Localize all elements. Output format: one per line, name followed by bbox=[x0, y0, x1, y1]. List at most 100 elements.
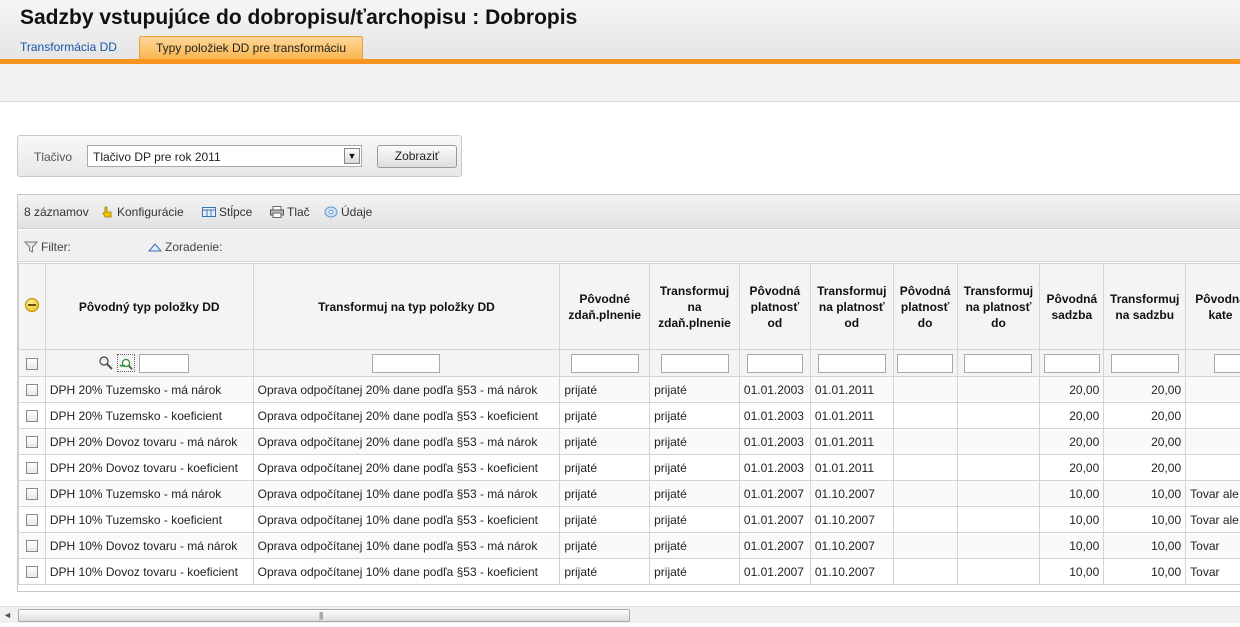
config-button[interactable]: Konfigurácie bbox=[100, 205, 184, 219]
filter-input-transformuj-do[interactable] bbox=[964, 353, 1033, 373]
table-cell: DPH 20% Dovoz tovaru - koeficient bbox=[44, 454, 254, 481]
col-povodna-kategoria[interactable]: Pôvodná kate bbox=[1185, 263, 1240, 350]
col-povodne-zdan[interactable]: Pôvodné zdaň.plnenie bbox=[559, 263, 651, 350]
dropdown-arrow-icon[interactable]: ▼ bbox=[344, 148, 360, 164]
row-checkbox-cell bbox=[18, 506, 46, 533]
filter-form: Tlačivo Tlačivo DP pre rok 2011 ▼ Zobraz… bbox=[17, 135, 462, 177]
table-cell bbox=[892, 532, 958, 559]
filter-cell-povodne-zdan bbox=[559, 349, 651, 377]
table-cell: Oprava odpočítanej 20% dane podľa §53 - … bbox=[252, 454, 561, 481]
filter-input-transformuj-zdan[interactable] bbox=[660, 353, 729, 373]
table-cell bbox=[956, 454, 1041, 481]
table-row[interactable]: DPH 10% Dovoz tovaru - koeficient Oprava … bbox=[18, 558, 1240, 585]
table-cell bbox=[956, 532, 1041, 559]
filter-input-povodna-od[interactable] bbox=[746, 353, 803, 373]
table-cell: 10,00 bbox=[1103, 480, 1187, 507]
filter-cell-povodny-typ bbox=[44, 349, 254, 377]
print-button[interactable]: Tlač bbox=[270, 205, 310, 219]
filter-input-transformuj-od[interactable] bbox=[817, 353, 886, 373]
col-transformuj-zdan[interactable]: Transformuj na zdaň.plnenie bbox=[649, 263, 740, 350]
table-row[interactable]: DPH 20% Dovoz tovaru - koeficient Oprava … bbox=[18, 454, 1240, 481]
col-transformuj-typ[interactable]: Transformuj na typ položky DD bbox=[252, 263, 561, 350]
data-button[interactable]: Údaje bbox=[324, 205, 372, 219]
header: Sadzby vstupujúce do dobropisu/ťarchopis… bbox=[0, 0, 1240, 62]
filter-input-kategoria[interactable] bbox=[1214, 353, 1240, 373]
table-cell: 01.01.2007 bbox=[738, 506, 811, 533]
col-transformuj-platnost-do[interactable]: Transformuj na platnosť do bbox=[956, 263, 1041, 350]
filter-checkbox-cell bbox=[18, 349, 46, 377]
collapse-icon[interactable] bbox=[24, 297, 39, 312]
row-checkbox[interactable] bbox=[25, 514, 38, 527]
row-checkbox-cell bbox=[18, 402, 46, 429]
filter-input-transformuj-typ[interactable] bbox=[372, 353, 441, 373]
filter-input-povodna-sadzba[interactable] bbox=[1043, 353, 1100, 373]
filter-input-povodny-typ[interactable] bbox=[138, 353, 189, 373]
sort-toggle[interactable]: Zoradenie: bbox=[148, 240, 222, 254]
hand-pointer-icon bbox=[102, 206, 112, 218]
tab-typy-poloziek[interactable]: Typy položiek DD pre transformáciu bbox=[139, 36, 363, 60]
page-title: Sadzby vstupujúce do dobropisu/ťarchopis… bbox=[20, 6, 578, 29]
table-cell bbox=[956, 402, 1041, 429]
sort-label: Zoradenie: bbox=[165, 240, 223, 254]
table-cell bbox=[1185, 454, 1240, 481]
filter-cell-transformuj-sadzbu bbox=[1103, 349, 1187, 377]
columns-button[interactable]: Stĺpce bbox=[202, 205, 252, 219]
select-all-checkbox[interactable] bbox=[25, 357, 38, 370]
col-povodny-typ[interactable]: Pôvodný typ položky DD bbox=[44, 263, 254, 350]
magnifier-icon[interactable] bbox=[98, 355, 114, 371]
table-row[interactable]: DPH 20% Dovoz tovaru - má nárok Oprava od… bbox=[18, 428, 1240, 455]
table-cell bbox=[956, 558, 1041, 585]
row-checkbox[interactable] bbox=[25, 384, 38, 397]
row-checkbox[interactable] bbox=[25, 436, 38, 449]
col-povodna-platnost-od[interactable]: Pôvodná platnosť od bbox=[738, 263, 811, 350]
table-cell: Oprava odpočítanej 10% dane podľa §53 - … bbox=[252, 532, 561, 559]
row-checkbox-cell bbox=[18, 428, 46, 455]
horizontal-scrollbar[interactable]: ◄ ||| bbox=[0, 606, 1240, 623]
filter-cell-transformuj-od bbox=[809, 349, 894, 377]
row-checkbox[interactable] bbox=[25, 540, 38, 553]
table-cell: 10,00 bbox=[1039, 558, 1105, 585]
table-cell: 01.10.2007 bbox=[809, 532, 894, 559]
row-checkbox[interactable] bbox=[25, 566, 38, 579]
table-row[interactable]: DPH 20% Tuzemsko - koeficient Oprava odpo… bbox=[18, 402, 1240, 429]
grip-icon: ||| bbox=[319, 611, 323, 620]
filter-toggle[interactable]: Filter: bbox=[24, 240, 71, 254]
col-povodna-sadzba[interactable]: Pôvodná sadzba bbox=[1039, 263, 1105, 350]
show-button[interactable]: Zobraziť bbox=[377, 145, 457, 168]
table-cell bbox=[892, 454, 958, 481]
table-cell: 01.01.2011 bbox=[809, 402, 894, 429]
table-row[interactable]: DPH 10% Tuzemsko - koeficient Oprava odpo… bbox=[18, 506, 1240, 533]
filter-input-povodna-do[interactable] bbox=[897, 353, 954, 373]
table-cell: prijaté bbox=[649, 454, 740, 481]
table-cell: Tovar bbox=[1185, 532, 1240, 559]
filter-input-transformuj-sadzbu[interactable] bbox=[1110, 353, 1179, 373]
table-row[interactable]: DPH 20% Tuzemsko - má nárok Oprava odpočí… bbox=[18, 376, 1240, 403]
table-row[interactable]: DPH 10% Dovoz tovaru - má nárok Oprava od… bbox=[18, 532, 1240, 559]
table-cell: Oprava odpočítanej 20% dane podľa §53 - … bbox=[252, 428, 561, 455]
row-checkbox[interactable] bbox=[25, 462, 38, 475]
table-row[interactable]: DPH 10% Tuzemsko - má nárok Oprava odpočí… bbox=[18, 480, 1240, 507]
table-cell: 01.01.2003 bbox=[738, 428, 811, 455]
filter-input-povodne-zdan[interactable] bbox=[570, 353, 639, 373]
table-cell bbox=[956, 376, 1041, 403]
scrollbar-thumb[interactable]: ||| bbox=[18, 609, 630, 622]
row-checkbox[interactable] bbox=[25, 488, 38, 501]
table-cell: 10,00 bbox=[1039, 480, 1105, 507]
table-cell: prijaté bbox=[649, 480, 740, 507]
col-povodna-platnost-do[interactable]: Pôvodná platnosť do bbox=[892, 263, 958, 350]
table-cell: 10,00 bbox=[1039, 532, 1105, 559]
table-cell: prijaté bbox=[649, 506, 740, 533]
col-transformuj-platnost-od[interactable]: Transformuj na platnosť od bbox=[809, 263, 894, 350]
tlacivo-select[interactable]: Tlačivo DP pre rok 2011 ▼ bbox=[87, 145, 362, 167]
table-cell: 10,00 bbox=[1039, 506, 1105, 533]
table-cell: 20,00 bbox=[1039, 454, 1105, 481]
search-add-icon[interactable] bbox=[117, 354, 136, 372]
app-window: Sadzby vstupujúce do dobropisu/ťarchopis… bbox=[0, 0, 1240, 627]
scroll-left-icon[interactable]: ◄ bbox=[3, 610, 12, 620]
select-all-header[interactable] bbox=[18, 263, 46, 350]
row-checkbox[interactable] bbox=[25, 410, 38, 423]
tab-transformacia-dd[interactable]: Transformácia DD bbox=[20, 36, 117, 60]
col-transformuj-sadzbu[interactable]: Transformuj na sadzbu bbox=[1103, 263, 1187, 350]
table-cell: DPH 10% Tuzemsko - koeficient bbox=[44, 506, 254, 533]
table-cell: Oprava odpočítanej 10% dane podľa §53 - … bbox=[252, 506, 561, 533]
